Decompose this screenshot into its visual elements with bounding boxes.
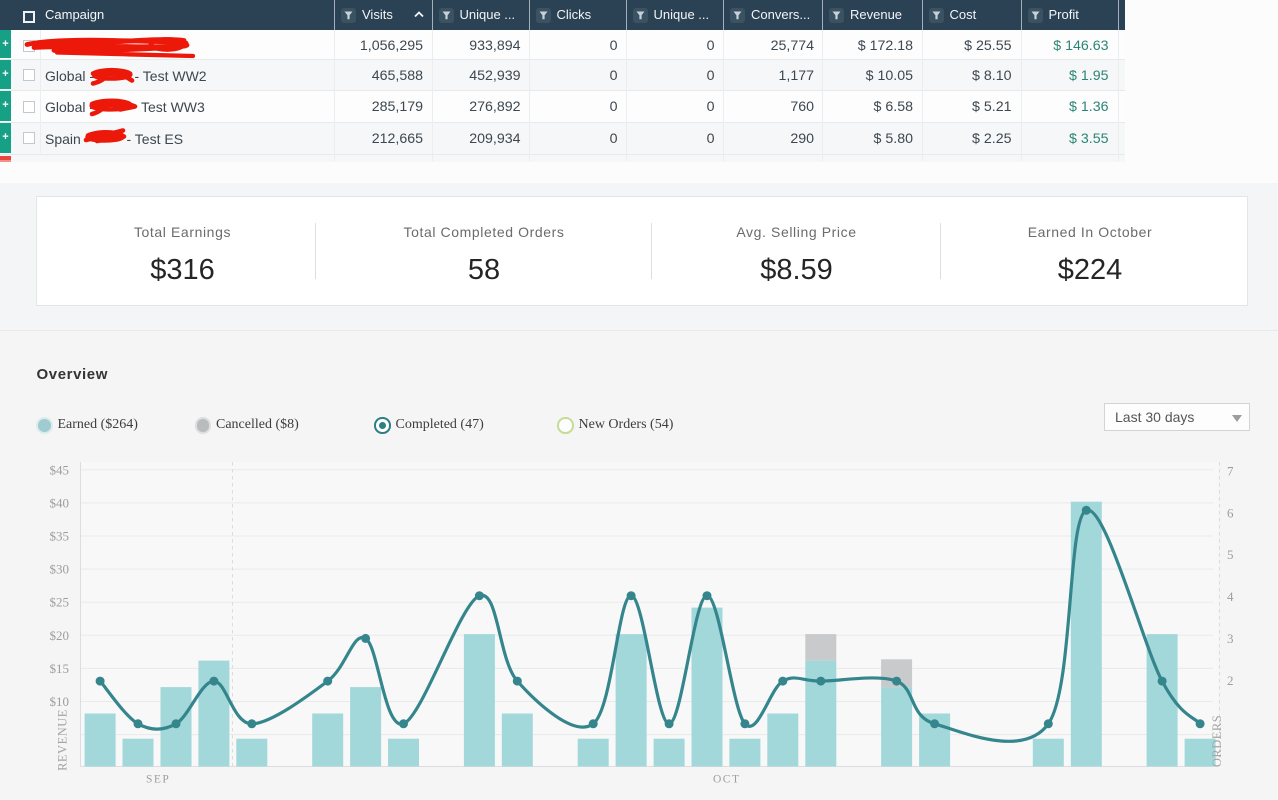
svg-text:SEP: SEP: [146, 774, 170, 786]
svg-text:5: 5: [1227, 547, 1234, 562]
svg-text:$35: $35: [50, 529, 70, 544]
svg-text:4: 4: [1227, 589, 1234, 604]
svg-text:7: 7: [1227, 463, 1234, 478]
svg-text:$25: $25: [50, 595, 70, 610]
svg-text:OCT: OCT: [713, 774, 741, 786]
svg-text:$30: $30: [50, 562, 70, 577]
svg-text:6: 6: [1227, 505, 1234, 520]
svg-text:ORDERS: ORDERS: [1210, 715, 1224, 767]
svg-text:REVENUE: REVENUE: [56, 709, 70, 771]
svg-text:$40: $40: [50, 495, 70, 510]
svg-text:$20: $20: [50, 628, 70, 643]
svg-text:3: 3: [1227, 631, 1234, 646]
svg-text:$45: $45: [50, 462, 70, 477]
svg-text:2: 2: [1227, 673, 1234, 688]
svg-text:$10: $10: [50, 694, 70, 709]
svg-text:$15: $15: [50, 661, 70, 676]
